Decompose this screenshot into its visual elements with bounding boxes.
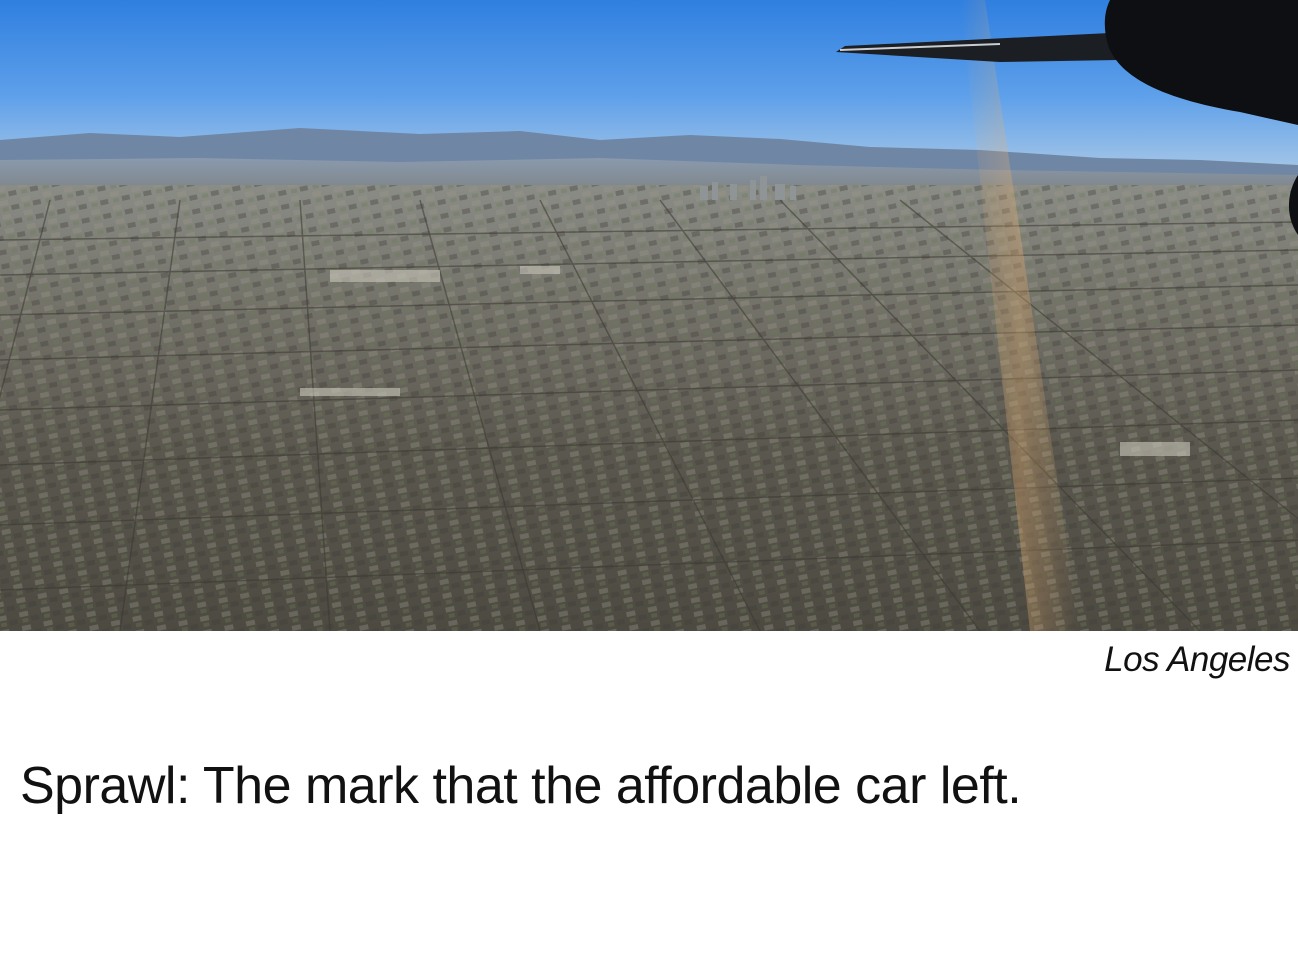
- aerial-city-image: [0, 0, 1298, 631]
- photo-caption: Los Angeles: [1104, 640, 1290, 679]
- slide: Los Angeles Sprawl: The mark that the af…: [0, 0, 1298, 970]
- aerial-city-photo: [0, 0, 1298, 631]
- slide-headline: Sprawl: The mark that the affordable car…: [20, 757, 1022, 815]
